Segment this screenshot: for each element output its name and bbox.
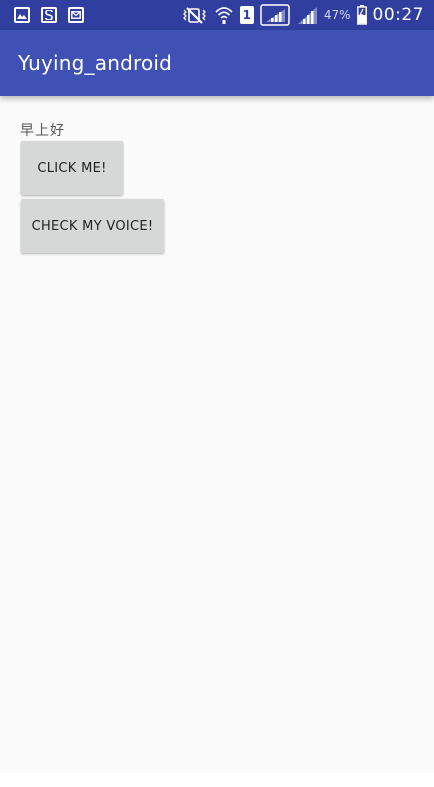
battery-percent: 47% [323, 8, 351, 22]
check-voice-button[interactable]: CHECK MY VOICE! [21, 199, 164, 253]
app-bar: Yuying_android [0, 30, 434, 96]
greeting-text: 早上好 [20, 123, 65, 139]
sim-1-icon: 1 [239, 6, 254, 24]
vibrate-icon [182, 6, 208, 24]
status-bar: 1 47% 00:27 [0, 0, 434, 30]
battery-icon [356, 5, 367, 25]
notification-icons [14, 7, 84, 23]
wifi-icon [214, 5, 234, 25]
bottom-strip [0, 773, 434, 787]
message-notification-icon [68, 7, 84, 23]
s-notification-icon [41, 7, 57, 23]
image-notification-icon [14, 7, 30, 23]
screen: 1 47% 00:27 Yuying_android 早上好 CLICK ME!… [0, 0, 434, 787]
click-me-button[interactable]: CLICK ME! [21, 141, 123, 195]
signal-2-icon [296, 5, 318, 25]
app-title: Yuying_android [18, 51, 173, 75]
signal-1-icon [260, 4, 290, 26]
system-icons: 1 47% 00:27 [182, 4, 424, 26]
clock: 00:27 [372, 5, 424, 25]
